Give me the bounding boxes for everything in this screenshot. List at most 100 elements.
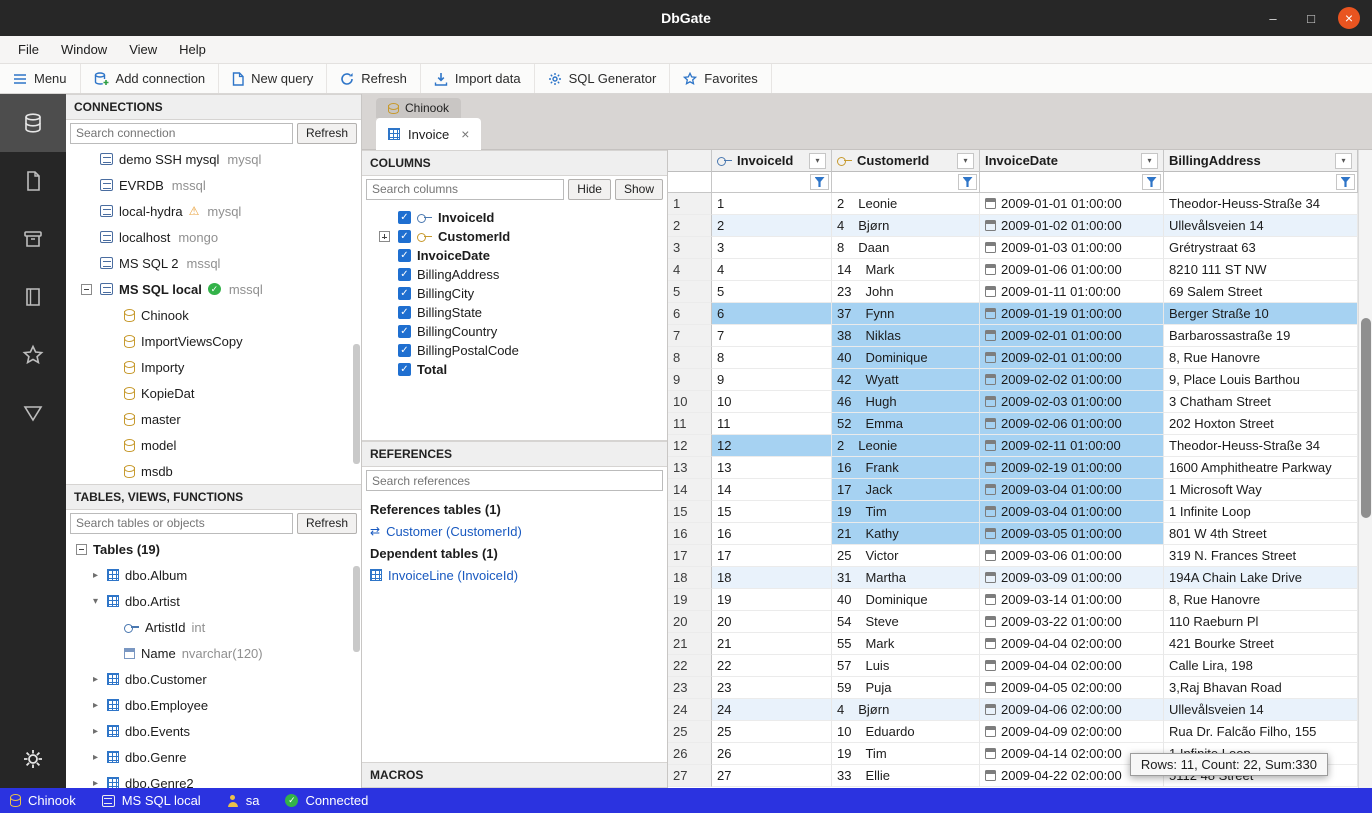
cell-invoiceid[interactable]: 23 <box>712 677 832 699</box>
connection-item[interactable]: demo SSH mysqlmysql <box>66 146 361 172</box>
cell-billingaddress[interactable]: Ullevålsveien 14 <box>1164 699 1358 721</box>
row-number[interactable]: 27 <box>668 765 712 787</box>
filter-button[interactable] <box>810 174 829 190</box>
cell-invoiceid[interactable]: 3 <box>712 237 832 259</box>
tables-scrollbar[interactable] <box>353 566 360 652</box>
checkbox[interactable]: ✓ <box>398 249 411 262</box>
cell-invoicedate[interactable]: 2009-02-01 01:00:00 <box>980 347 1164 369</box>
chevron-down-icon[interactable]: ▾ <box>90 596 101 607</box>
chevron-right-icon[interactable]: ▸ <box>90 778 101 789</box>
row-number[interactable]: 11 <box>668 413 712 435</box>
references-search-input[interactable] <box>366 470 663 491</box>
column-item[interactable]: ArtistIdint <box>66 614 361 640</box>
cell-billingaddress[interactable]: 421 Bourke Street <box>1164 633 1358 655</box>
cell-invoiceid[interactable]: 17 <box>712 545 832 567</box>
cell-customerid[interactable]: 21Kathy <box>832 523 980 545</box>
cell-customerid[interactable]: 40Dominique <box>832 589 980 611</box>
connections-scrollbar[interactable] <box>353 344 360 464</box>
cell-invoicedate[interactable]: 2009-01-06 01:00:00 <box>980 259 1164 281</box>
row-number[interactable]: 9 <box>668 369 712 391</box>
database-item[interactable]: Chinook <box>66 302 361 328</box>
cell-customerid[interactable]: 16Frank <box>832 457 980 479</box>
cell-invoicedate[interactable]: 2009-03-22 01:00:00 <box>980 611 1164 633</box>
checkbox[interactable]: ✓ <box>398 211 411 224</box>
hide-column-button[interactable]: Hide <box>568 179 611 200</box>
menu-window[interactable]: Window <box>51 39 117 60</box>
cell-invoicedate[interactable]: 2009-02-01 01:00:00 <box>980 325 1164 347</box>
settings-button[interactable] <box>0 730 66 788</box>
cell-customerid[interactable]: 17Jack <box>832 479 980 501</box>
filter-input-invoicedate[interactable] <box>982 175 1137 190</box>
cell-invoiceid[interactable]: 18 <box>712 567 832 589</box>
collapse-icon[interactable] <box>81 284 92 295</box>
tables-search-input[interactable] <box>70 513 293 534</box>
row-number[interactable]: 15 <box>668 501 712 523</box>
tab-invoice[interactable]: Invoice × <box>376 118 481 150</box>
cell-invoiceid[interactable]: 1 <box>712 193 832 215</box>
database-item[interactable]: master <box>66 406 361 432</box>
filter-input-invoiceid[interactable] <box>714 175 805 190</box>
chevron-right-icon[interactable]: ▸ <box>90 674 101 685</box>
table-item[interactable]: ▾dbo.Artist <box>66 588 361 614</box>
table-item[interactable]: ▸dbo.Events <box>66 718 361 744</box>
cell-customerid[interactable]: 4Bjørn <box>832 215 980 237</box>
activity-favorites[interactable] <box>0 326 66 384</box>
checkbox[interactable]: ✓ <box>398 268 411 281</box>
new-query-button[interactable]: New query <box>219 64 327 93</box>
cell-customerid[interactable]: 57Luis <box>832 655 980 677</box>
cell-invoicedate[interactable]: 2009-02-06 01:00:00 <box>980 413 1164 435</box>
cell-billingaddress[interactable]: 3 Chatham Street <box>1164 391 1358 413</box>
row-number[interactable]: 19 <box>668 589 712 611</box>
column-header-billingaddress[interactable]: BillingAddress▾ <box>1164 150 1358 172</box>
activity-archive[interactable] <box>0 210 66 268</box>
cell-customerid[interactable]: 55Mark <box>832 633 980 655</box>
cell-billingaddress[interactable]: 194A Chain Lake Drive <box>1164 567 1358 589</box>
checkbox[interactable]: ✓ <box>398 344 411 357</box>
row-number[interactable]: 23 <box>668 677 712 699</box>
close-tab-icon[interactable]: × <box>461 126 469 142</box>
cell-customerid[interactable]: 25Victor <box>832 545 980 567</box>
import-data-button[interactable]: Import data <box>421 64 535 93</box>
cell-customerid[interactable]: 37Fynn <box>832 303 980 325</box>
cell-invoiceid[interactable]: 9 <box>712 369 832 391</box>
refresh-button[interactable]: Refresh <box>327 64 421 93</box>
cell-billingaddress[interactable]: Rua Dr. Falcão Filho, 155 <box>1164 721 1358 743</box>
cell-billingaddress[interactable]: 801 W 4th Street <box>1164 523 1358 545</box>
cell-billingaddress[interactable]: 1 Infinite Loop <box>1164 501 1358 523</box>
cell-customerid[interactable]: 4Bjørn <box>832 699 980 721</box>
menu-button[interactable]: Menu <box>0 64 81 93</box>
cell-invoiceid[interactable]: 13 <box>712 457 832 479</box>
cell-invoicedate[interactable]: 2009-01-11 01:00:00 <box>980 281 1164 303</box>
cell-customerid[interactable]: 14Mark <box>832 259 980 281</box>
row-number[interactable]: 24 <box>668 699 712 721</box>
cell-invoiceid[interactable]: 16 <box>712 523 832 545</box>
cell-billingaddress[interactable]: 8, Rue Hanovre <box>1164 347 1358 369</box>
menu-help[interactable]: Help <box>169 39 216 60</box>
cell-billingaddress[interactable]: Barbarossastraße 19 <box>1164 325 1358 347</box>
row-number[interactable]: 8 <box>668 347 712 369</box>
cell-customerid[interactable]: 2Leonie <box>832 435 980 457</box>
chevron-right-icon[interactable]: ▸ <box>90 726 101 737</box>
row-number[interactable]: 17 <box>668 545 712 567</box>
row-number[interactable]: 13 <box>668 457 712 479</box>
cell-invoiceid[interactable]: 14 <box>712 479 832 501</box>
cell-billingaddress[interactable]: Ullevålsveien 14 <box>1164 215 1358 237</box>
columns-search-input[interactable] <box>366 179 564 200</box>
add-connection-button[interactable]: Add connection <box>81 64 220 93</box>
cell-invoiceid[interactable]: 10 <box>712 391 832 413</box>
connection-search-input[interactable] <box>70 123 293 144</box>
column-checkbox-row[interactable]: ✓InvoiceDate <box>362 246 667 265</box>
cell-invoiceid[interactable]: 12 <box>712 435 832 457</box>
activity-cell-data[interactable] <box>0 384 66 442</box>
row-number[interactable]: 26 <box>668 743 712 765</box>
cell-billingaddress[interactable]: 319 N. Frances Street <box>1164 545 1358 567</box>
row-number[interactable]: 2 <box>668 215 712 237</box>
cell-invoiceid[interactable]: 8 <box>712 347 832 369</box>
cell-customerid[interactable]: 19Tim <box>832 501 980 523</box>
cell-invoicedate[interactable]: 2009-01-01 01:00:00 <box>980 193 1164 215</box>
cell-invoicedate[interactable]: 2009-02-19 01:00:00 <box>980 457 1164 479</box>
activity-connections[interactable] <box>0 94 66 152</box>
cell-customerid[interactable]: 52Emma <box>832 413 980 435</box>
checkbox[interactable]: ✓ <box>398 363 411 376</box>
cell-invoicedate[interactable]: 2009-02-02 01:00:00 <box>980 369 1164 391</box>
